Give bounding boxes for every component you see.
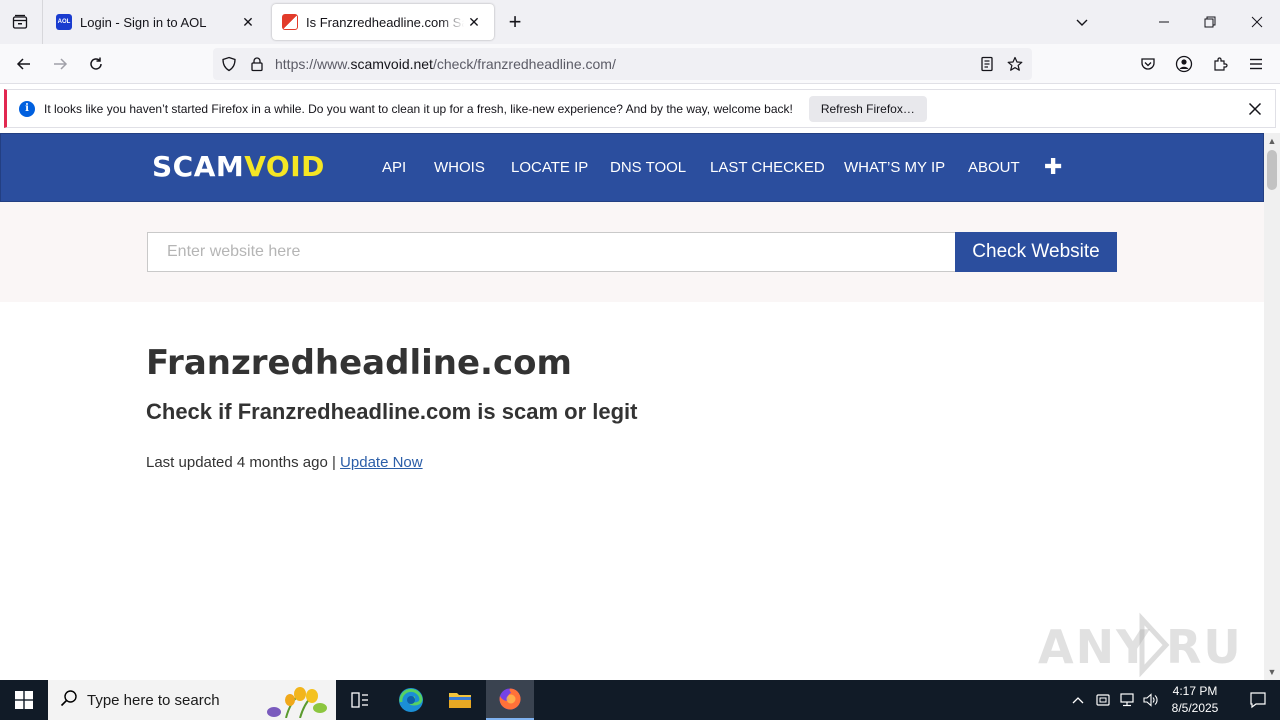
clock-date: 8/5/2025 xyxy=(1171,701,1219,715)
notification-message: It looks like you haven’t started Firefo… xyxy=(44,101,793,116)
page-scrollbar[interactable]: ▲ ▼ xyxy=(1264,133,1280,680)
close-tab-icon[interactable]: ✕ xyxy=(464,12,484,32)
url-bar[interactable]: https://www.scamvoid.net/check/franzredh… xyxy=(213,48,1032,80)
navigation-toolbar: https://www.scamvoid.net/check/franzredh… xyxy=(0,44,1280,84)
page-viewport: SCAMVOID API WHOIS LOCATE IP DNS TOOL LA… xyxy=(0,133,1264,680)
edge-browser-icon[interactable] xyxy=(387,680,435,720)
menu-hamburger-icon[interactable] xyxy=(1242,50,1270,78)
firefox-taskbar-icon[interactable] xyxy=(486,680,534,720)
back-icon[interactable] xyxy=(10,50,38,78)
bookmark-star-icon[interactable] xyxy=(1005,54,1025,74)
close-tab-icon[interactable]: ✕ xyxy=(238,12,258,32)
show-hidden-icons-chevron-icon[interactable] xyxy=(1068,680,1088,720)
forward-icon[interactable] xyxy=(46,50,74,78)
tab-title: Is Franzredheadline.com Safe or a Scam? xyxy=(306,14,464,30)
search-icon xyxy=(60,689,78,712)
taskbar-clock[interactable]: 4:17 PM 8/5/2025 xyxy=(1160,683,1230,717)
nav-api[interactable]: API xyxy=(382,159,406,176)
check-website-button[interactable]: Check Website xyxy=(955,232,1117,272)
update-now-link[interactable]: Update Now xyxy=(340,454,423,471)
nav-more-plus-icon[interactable]: ✚ xyxy=(1044,154,1062,180)
scroll-down-icon[interactable]: ▼ xyxy=(1264,664,1280,680)
svg-text:ANY: ANY xyxy=(1038,620,1151,674)
search-section: Check Website xyxy=(0,202,1264,302)
page-title: Franzredheadline.com xyxy=(146,343,572,383)
anyrun-watermark: ANY RUN xyxy=(1038,611,1264,680)
info-icon: i xyxy=(19,100,35,117)
volume-icon[interactable] xyxy=(1141,680,1161,720)
taskbar-search-box[interactable]: Type here to search xyxy=(48,680,336,720)
tracking-protection-shield-icon[interactable] xyxy=(219,54,239,74)
nav-locate-ip[interactable]: LOCATE IP xyxy=(511,159,588,176)
meet-now-icon[interactable] xyxy=(1094,680,1112,720)
taskbar-search-placeholder: Type here to search xyxy=(87,691,220,709)
extensions-icon[interactable] xyxy=(1206,50,1234,78)
scroll-up-icon[interactable]: ▲ xyxy=(1264,133,1280,149)
scamvoid-icon xyxy=(282,14,298,30)
nav-about[interactable]: ABOUT xyxy=(968,159,1020,176)
close-window-icon[interactable] xyxy=(1234,0,1280,44)
nav-whois[interactable]: WHOIS xyxy=(434,159,485,176)
lock-icon[interactable] xyxy=(247,54,267,74)
close-notification-icon[interactable] xyxy=(1245,99,1265,119)
pocket-icon[interactable] xyxy=(1134,50,1162,78)
tab-aol-login[interactable]: AOL Login - Sign in to AOL ✕ xyxy=(46,4,268,40)
notification-bar: i It looks like you haven’t started Fire… xyxy=(4,89,1276,128)
tab-separator xyxy=(42,0,43,44)
nav-last-checked[interactable]: LAST CHECKED xyxy=(710,159,825,176)
windows-taskbar: Type here to search 4:17 PM 8/5/2025 xyxy=(0,680,1280,720)
tab-scamvoid[interactable]: Is Franzredheadline.com Safe or a Scam? … xyxy=(272,4,494,40)
clock-time: 4:17 PM xyxy=(1172,684,1218,698)
reader-view-icon[interactable] xyxy=(977,54,997,74)
last-updated-text: Last updated 4 months ago | Update Now xyxy=(146,454,423,471)
minimize-icon[interactable] xyxy=(1141,0,1187,44)
firefox-view-icon[interactable] xyxy=(8,10,32,34)
tab-strip: AOL Login - Sign in to AOL ✕ Is Franzred… xyxy=(0,0,1280,44)
restore-icon[interactable] xyxy=(1187,0,1233,44)
list-all-tabs-icon[interactable] xyxy=(1070,10,1094,34)
tab-title: Login - Sign in to AOL xyxy=(80,14,207,30)
website-search-input[interactable] xyxy=(147,232,956,272)
windows-start-icon[interactable] xyxy=(0,680,48,720)
search-highlight-flowers-icon xyxy=(267,687,327,718)
aol-icon: AOL xyxy=(56,14,72,30)
action-center-icon[interactable] xyxy=(1236,680,1280,720)
file-explorer-icon[interactable] xyxy=(436,680,484,720)
page-subtitle: Check if Franzredheadline.com is scam or… xyxy=(146,399,638,424)
nav-whats-my-ip[interactable]: WHAT’S MY IP xyxy=(844,159,945,176)
task-view-icon[interactable] xyxy=(336,680,384,720)
last-updated-label: Last updated 4 months ago | xyxy=(146,454,341,471)
network-icon[interactable] xyxy=(1117,680,1137,720)
scrollbar-thumb[interactable] xyxy=(1267,150,1277,190)
new-tab-icon[interactable]: + xyxy=(503,9,527,34)
url-text[interactable]: https://www.scamvoid.net/check/franzredh… xyxy=(275,56,616,72)
scamvoid-logo[interactable]: SCAMVOID xyxy=(152,150,325,183)
refresh-firefox-button[interactable]: Refresh Firefox… xyxy=(808,95,927,122)
reload-icon[interactable] xyxy=(82,50,110,78)
account-icon[interactable] xyxy=(1170,50,1198,78)
svg-text:RUN: RUN xyxy=(1166,620,1238,674)
site-header: SCAMVOID API WHOIS LOCATE IP DNS TOOL LA… xyxy=(0,133,1264,202)
nav-dns-tool[interactable]: DNS TOOL xyxy=(610,159,686,176)
